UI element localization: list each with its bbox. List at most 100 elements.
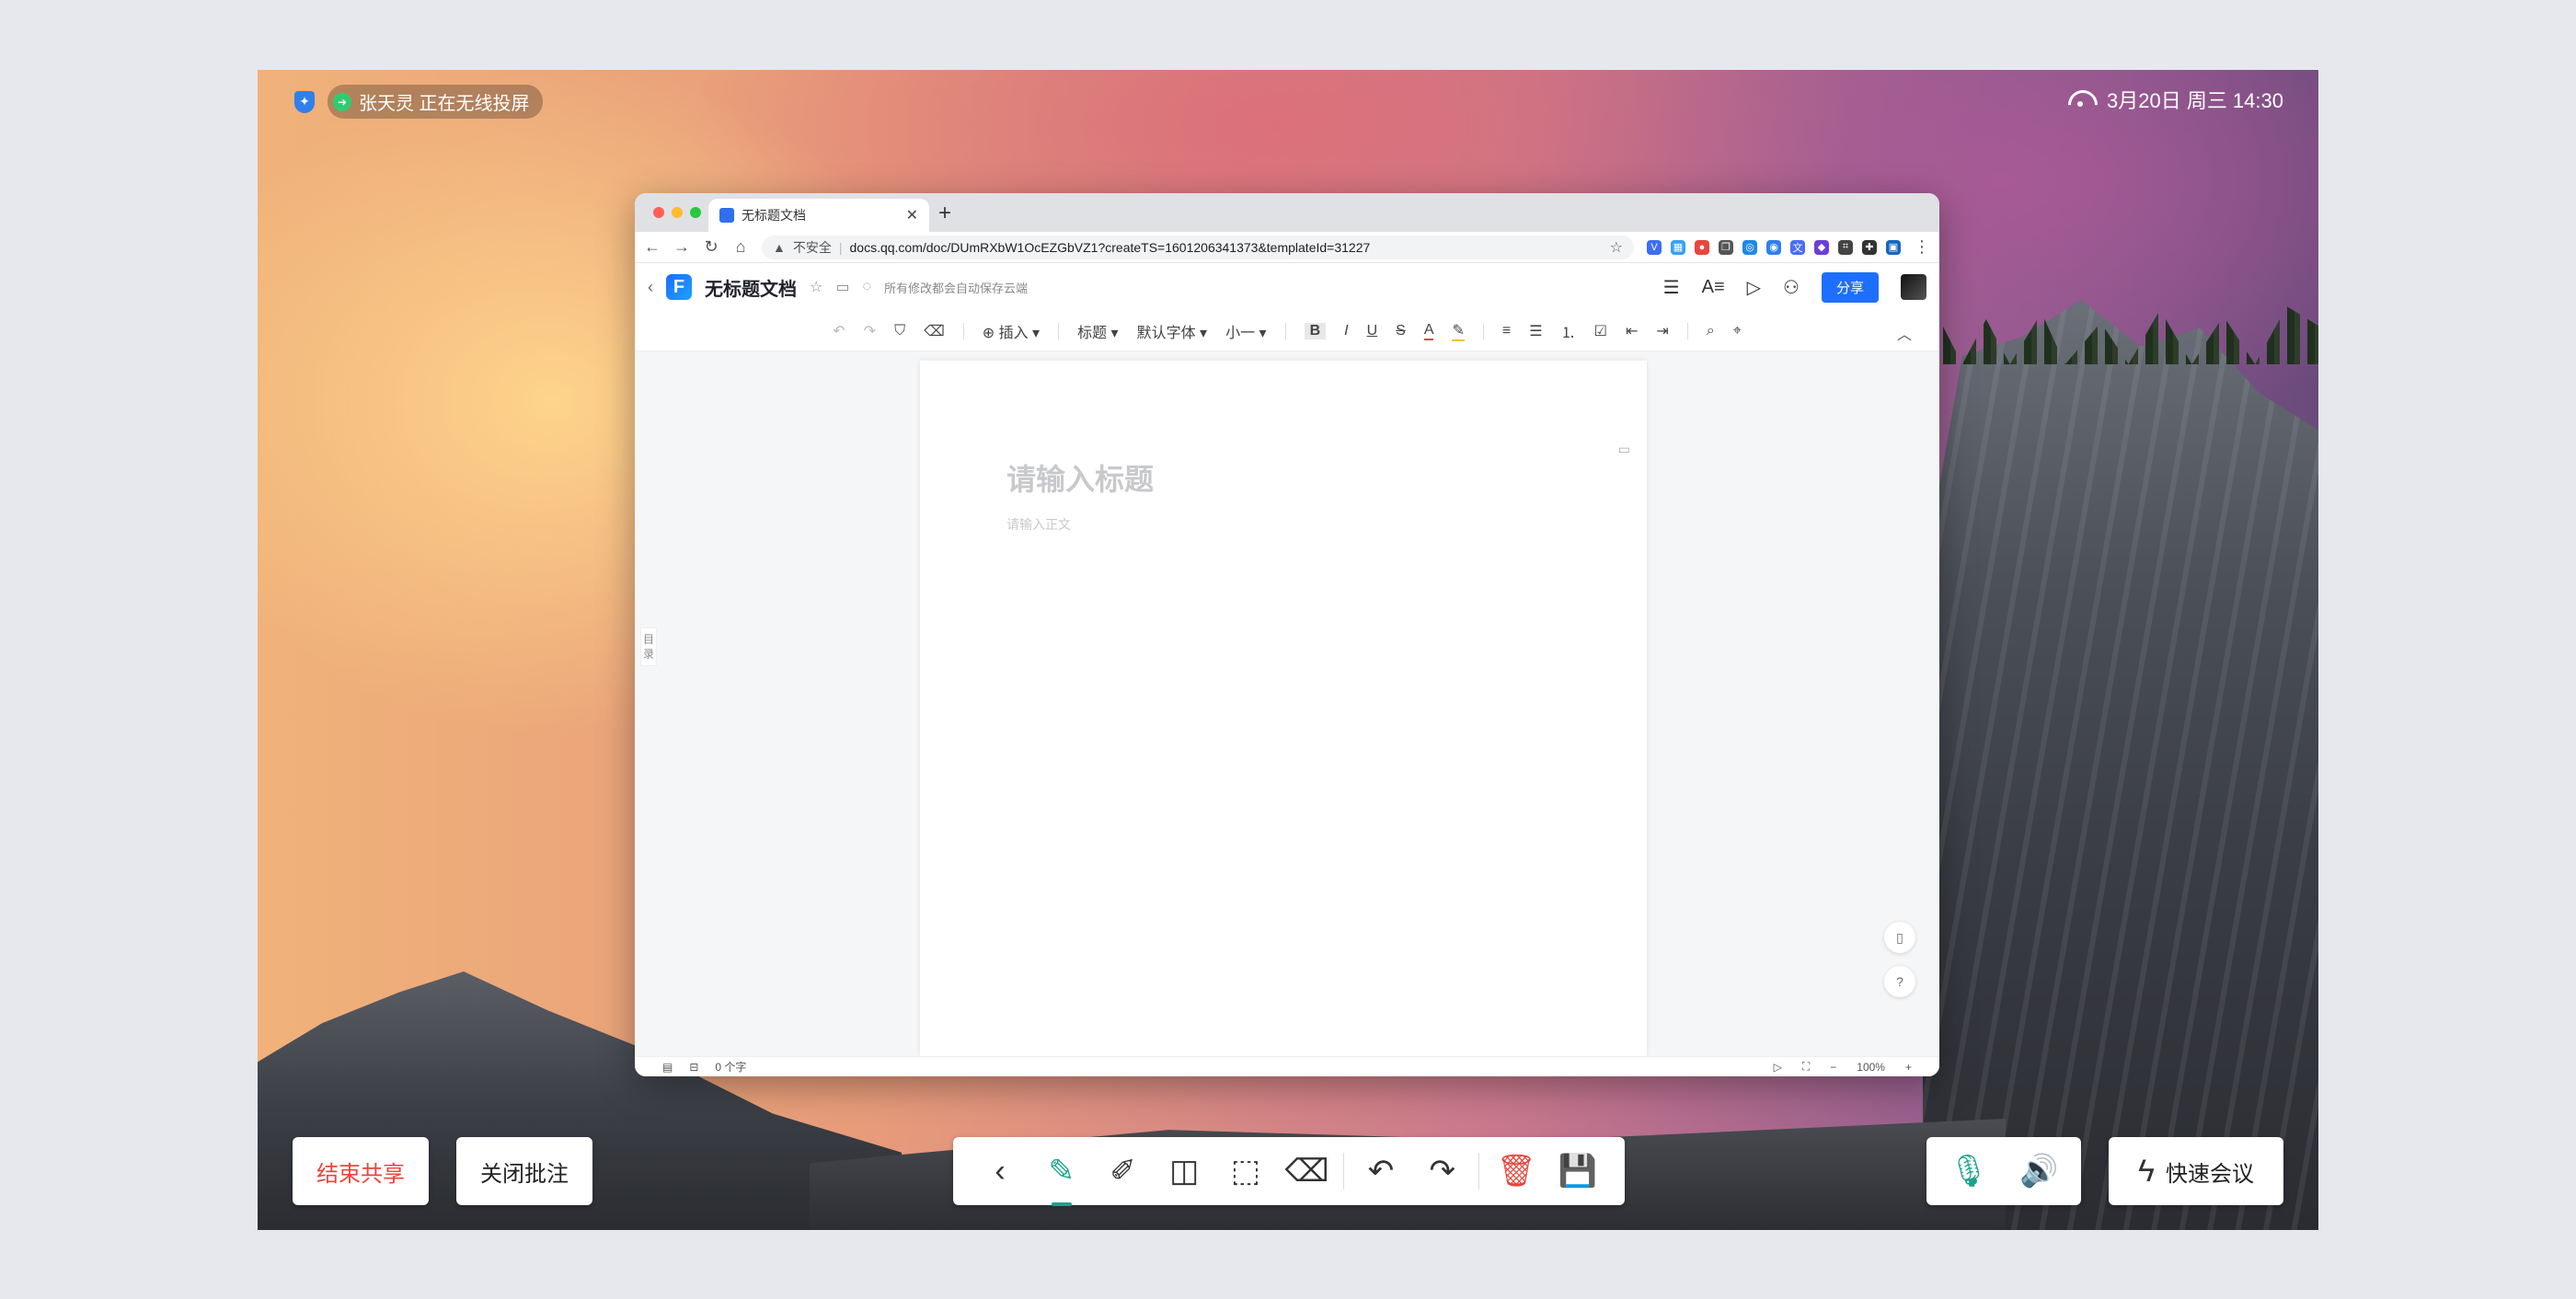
play-icon[interactable]: ▷ [1774, 1061, 1782, 1074]
url-field[interactable]: ▲ 不安全 | docs.qq.com/doc/DUmRXbW1OcEZGbVZ… [762, 235, 1634, 259]
avatar[interactable] [1901, 274, 1926, 300]
body-placeholder[interactable]: 请输入正文 [1006, 515, 1071, 534]
add-user-icon[interactable]: ⚇ [1783, 276, 1800, 299]
redo-icon[interactable]: ↷ [864, 322, 876, 340]
chevron-left-icon[interactable]: ‹ [648, 278, 653, 297]
end-share-button[interactable]: 结束共享 [293, 1137, 429, 1205]
word-count: 0 个字 [715, 1061, 747, 1074]
share-button[interactable]: 分享 [1821, 271, 1879, 303]
quick-meeting-button[interactable]: ϟ 快速会议 [2109, 1137, 2283, 1205]
reload-icon[interactable]: ↻ [703, 237, 719, 257]
location-icon[interactable]: ⌖ [1733, 323, 1742, 339]
style-select[interactable]: 标题 ▾ [1077, 320, 1119, 342]
extension-translate-icon[interactable]: 文 [1790, 239, 1805, 255]
undo-icon[interactable]: ↶ [833, 322, 845, 340]
browser-menu-icon[interactable]: ⋮ [1914, 237, 1930, 257]
bullet-list-icon[interactable]: ☰ [1529, 322, 1542, 340]
extension-purple-icon[interactable]: ◆ [1814, 239, 1829, 255]
bold-icon[interactable]: B [1304, 322, 1327, 339]
highlight-icon[interactable]: ✎ [1452, 321, 1465, 341]
extensions-puzzle-icon[interactable]: ✚ [1862, 239, 1877, 255]
comment-icon[interactable]: ▭ [1618, 442, 1630, 457]
help-icon[interactable]: ? [1884, 966, 1915, 997]
undo-icon[interactable]: ↶ [1356, 1153, 1406, 1190]
extension-circle-icon[interactable]: ◎ [1742, 239, 1757, 255]
minimize-window-button[interactable] [672, 207, 683, 218]
maximize-window-button[interactable] [690, 207, 701, 218]
cast-status: ➜ 张天灵 正在无线投屏 [328, 85, 543, 119]
indent-icon[interactable]: ⇥ [1656, 322, 1668, 340]
extension-frame-icon[interactable]: ⌗ [1838, 239, 1853, 255]
trash-icon[interactable]: 🗑 [1491, 1153, 1541, 1190]
insert-menu[interactable]: ⊕ 插入 ▾ [983, 320, 1040, 342]
extension-red-icon[interactable]: ● [1695, 239, 1709, 255]
datetime: 3月20日 周三 14:30 [2107, 89, 2283, 112]
size-select[interactable]: 小一 ▾ [1225, 320, 1267, 342]
extension-blue-icon[interactable]: ◉ [1766, 239, 1781, 255]
strikethrough-icon[interactable]: S [1396, 323, 1406, 339]
fullscreen-icon[interactable]: ⛶ [1802, 1060, 1810, 1074]
divider [1478, 1153, 1480, 1190]
cloud-check-icon: ◌ [862, 279, 871, 294]
close-annotation-button[interactable]: 关闭批注 [456, 1137, 592, 1205]
italic-icon[interactable]: I [1344, 323, 1348, 339]
forward-arrow-icon[interactable]: → [673, 237, 690, 257]
select-icon[interactable]: ⬚ [1221, 1153, 1271, 1190]
title-placeholder[interactable]: 请输入标题 [1006, 456, 1154, 499]
size-label: 小一 [1225, 325, 1256, 341]
back-arrow-icon[interactable]: ← [644, 237, 661, 257]
font-select[interactable]: 默认字体 ▾ [1137, 320, 1208, 342]
divider [1686, 322, 1688, 339]
redo-icon[interactable]: ↷ [1418, 1153, 1467, 1190]
page-view-icon[interactable]: ▤ [662, 1061, 673, 1074]
extension-calendar-icon[interactable]: ▦ [1671, 239, 1685, 255]
zoom-level[interactable]: 100% [1857, 1061, 1885, 1074]
extension-dark-blue-icon[interactable]: ▣ [1886, 239, 1901, 255]
align-icon[interactable]: ≡ [1502, 323, 1511, 339]
speaker-icon[interactable]: 🔊 [2019, 1153, 2058, 1190]
zoom-in-icon[interactable]: + [1905, 1061, 1912, 1074]
browser-window: 无标题文档 ✕ + ← → ↻ ⌂ ▲ 不安全 | docs.qq.com/do… [635, 193, 1939, 1076]
save-icon[interactable]: 💾 [1553, 1153, 1603, 1190]
browser-tab[interactable]: 无标题文档 ✕ [708, 199, 929, 232]
font-color-icon[interactable]: A [1423, 322, 1434, 340]
insert-label: 插入 [998, 325, 1029, 341]
numbered-list-icon[interactable]: ⒈ [1561, 320, 1576, 342]
microphone-icon[interactable]: 🎙 [1949, 1153, 1988, 1190]
toc-tab[interactable]: 目录 [640, 627, 657, 666]
extensions: V ▦ ● ❐ ◎ ◉ 文 ◆ ⌗ ✚ ▣ [1647, 239, 1901, 255]
eraser-icon[interactable]: ⌫ [1282, 1153, 1332, 1190]
menu-icon[interactable]: ☰ [1663, 276, 1680, 299]
tablet-icon[interactable]: ▯ [1884, 922, 1915, 953]
marker-icon[interactable]: ✐ [1098, 1153, 1147, 1190]
shapes-icon[interactable]: ◫ [1159, 1153, 1209, 1190]
desktop: ✦ ➜ 张天灵 正在无线投屏 3月20日 周三 14:30 无标题文档 ✕ + … [258, 70, 2318, 1230]
home-icon[interactable]: ⌂ [732, 237, 749, 257]
width-icon[interactable]: ⊟ [689, 1061, 698, 1074]
highlighter-pen-icon[interactable]: ✎ [1037, 1153, 1087, 1206]
insecure-label: 不安全 [792, 239, 832, 255]
star-icon[interactable]: ☆ [810, 278, 822, 296]
doc-title[interactable]: 无标题文档 [705, 274, 797, 301]
doc-page[interactable]: 请输入标题 请输入正文 ▭ [920, 361, 1647, 1056]
chevron-left-icon[interactable]: ‹ [975, 1154, 1025, 1190]
outdent-icon[interactable]: ⇤ [1626, 322, 1638, 340]
clear-format-icon[interactable]: ⌫ [924, 322, 945, 340]
extension-v-icon[interactable]: V [1647, 239, 1662, 255]
underline-icon[interactable]: U [1367, 323, 1378, 339]
lightning-icon: ϟ [2138, 1153, 2155, 1189]
bookmark-star-icon[interactable]: ☆ [1610, 238, 1623, 257]
tencent-docs-logo-icon[interactable]: F [666, 274, 692, 300]
close-icon[interactable]: ✕ [906, 206, 918, 224]
folder-icon[interactable]: ▭ [835, 278, 849, 296]
extension-copy-icon[interactable]: ❐ [1719, 239, 1733, 255]
format-painter-icon[interactable]: ⛉ [894, 323, 905, 339]
checkbox-icon[interactable]: ☑ [1594, 322, 1607, 340]
close-window-button[interactable] [653, 207, 664, 218]
play-icon[interactable]: ▷ [1747, 276, 1761, 299]
new-tab-button[interactable]: + [938, 201, 951, 226]
collapse-toolbar-icon[interactable]: ︿ [1897, 322, 1912, 344]
zoom-out-icon[interactable]: − [1830, 1061, 1836, 1074]
text-format-icon[interactable]: A≡ [1702, 277, 1725, 298]
search-icon[interactable]: ⌕ [1707, 323, 1715, 339]
